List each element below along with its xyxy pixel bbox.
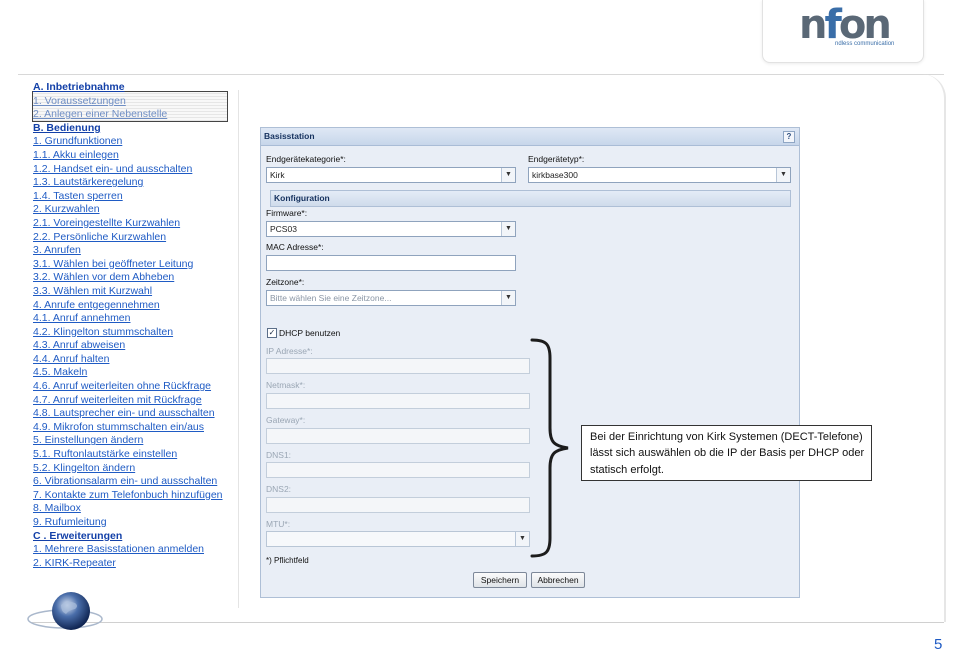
dhcp-label: DHCP benutzen <box>279 328 341 338</box>
chevron-down-icon: ▼ <box>776 168 790 182</box>
toc-link[interactable]: 9. Rufumleitung <box>33 516 223 530</box>
mtu-label: MTU*: <box>266 519 291 529</box>
toc-link[interactable]: 1. Voraussetzungen <box>33 95 223 109</box>
toc-link[interactable]: 1. Grundfunktionen <box>33 135 223 149</box>
ip-label: IP Adresse*: <box>266 346 313 356</box>
content-frame-bottom <box>30 622 944 623</box>
toc-link[interactable]: 4.6. Anruf weiterleiten ohne Rückfrage <box>33 380 223 394</box>
firmware-select[interactable]: PCS03 ▼ <box>266 221 516 237</box>
toc-link[interactable]: 5.1. Ruftonlautstärke einstellen <box>33 448 223 462</box>
timezone-placeholder: Bitte wählen Sie eine Zeitzone... <box>270 293 392 303</box>
category-select[interactable]: Kirk ▼ <box>266 167 516 183</box>
toc-section-heading[interactable]: B. Bedienung <box>33 122 223 136</box>
toc-link[interactable]: 1.4. Tasten sperren <box>33 190 223 204</box>
ip-address-input[interactable] <box>266 358 530 374</box>
cancel-button[interactable]: Abbrechen <box>531 572 585 588</box>
globe-icon <box>27 592 103 630</box>
curly-brace-icon <box>530 338 569 558</box>
toc-link[interactable]: 2. Kurzwahlen <box>33 203 223 217</box>
toc-link[interactable]: 3.3. Wählen mit Kurzwahl <box>33 285 223 299</box>
toc-link[interactable]: 4.2. Klingelton stummschalten <box>33 326 223 340</box>
dhcp-checkbox[interactable]: ✓ <box>267 328 277 338</box>
table-of-contents: A. Inbetriebnahme 1. Voraussetzungen 2. An… <box>33 81 223 570</box>
toc-link[interactable]: 1. Mehrere Basisstationen anmelden <box>33 543 223 557</box>
toc-link[interactable]: 1.2. Handset ein- und ausschalten <box>33 163 223 177</box>
logo-tagline: ndless communication <box>835 41 895 47</box>
netmask-input[interactable] <box>266 393 530 409</box>
panel-title-bar: Basisstation ? <box>261 128 799 146</box>
firmware-label: Firmware*: <box>266 208 308 218</box>
toc-link[interactable]: 1.1. Akku einlegen <box>33 149 223 163</box>
timezone-label: Zeitzone*: <box>266 277 305 287</box>
toc-link[interactable]: 1.3. Lautstärkeregelung <box>33 176 223 190</box>
chevron-down-icon: ▼ <box>501 291 515 305</box>
toc-section-heading[interactable]: A. Inbetriebnahme <box>33 81 223 95</box>
content-frame-top <box>18 74 944 75</box>
mtu-select[interactable]: ▼ <box>266 531 530 547</box>
toc-link[interactable]: 4.3. Anruf abweisen <box>33 339 223 353</box>
mac-label: MAC Adresse*: <box>266 242 324 252</box>
dns1-input[interactable] <box>266 462 530 478</box>
device-type-select[interactable]: kirkbase300 ▼ <box>528 167 791 183</box>
mac-address-input[interactable] <box>266 255 516 271</box>
toc-link[interactable]: 4.7. Anruf weiterleiten mit Rückfrage <box>33 394 223 408</box>
gateway-input[interactable] <box>266 428 530 444</box>
dns1-label: DNS1: <box>266 450 292 460</box>
firmware-value: PCS03 <box>270 224 297 234</box>
toc-link[interactable]: 7. Kontakte zum Telefonbuch hinzufügen <box>33 489 223 503</box>
dns2-input[interactable] <box>266 497 530 513</box>
netmask-label: Netmask*: <box>266 380 306 390</box>
toc-link[interactable]: 5. Einstellungen ändern <box>33 434 223 448</box>
toc-link[interactable]: 3.1. Wählen bei geöffneter Leitung <box>33 258 223 272</box>
toc-link[interactable]: 4.5. Makeln <box>33 366 223 380</box>
configuration-title: Konfiguration <box>274 193 330 203</box>
toc-link[interactable]: 3.2. Wählen vor dem Abheben <box>33 271 223 285</box>
category-label: Endgerätekategorie*: <box>266 154 346 164</box>
panel-title: Basisstation <box>264 131 315 141</box>
toc-link[interactable]: 2.1. Voreingestellte Kurzwahlen <box>33 217 223 231</box>
chevron-down-icon: ▼ <box>515 532 529 546</box>
toc-link[interactable]: 5.2. Klingelton ändern <box>33 462 223 476</box>
nfon-logo: nfon ndless communication <box>762 0 924 63</box>
toc-link[interactable]: 4. Anrufe entgegennehmen <box>33 299 223 313</box>
toc-link[interactable]: 8. Mailbox <box>33 502 223 516</box>
required-note: *) Pflichtfeld <box>266 556 309 565</box>
page-number: 5 <box>934 636 943 653</box>
toc-link[interactable]: 6. Vibrationsalarm ein- und ausschalten <box>33 475 223 489</box>
toc-link[interactable]: 4.1. Anruf annehmen <box>33 312 223 326</box>
save-button[interactable]: Speichern <box>473 572 527 588</box>
chevron-down-icon: ▼ <box>501 222 515 236</box>
category-value: Kirk <box>270 170 285 180</box>
device-type-value: kirkbase300 <box>532 170 578 180</box>
configuration-section-header: Konfiguration <box>270 190 791 207</box>
device-type-label: Endgerätetyp*: <box>528 154 585 164</box>
chevron-down-icon: ▼ <box>501 168 515 182</box>
toc-link[interactable]: 2.2. Persönliche Kurzwahlen <box>33 231 223 245</box>
toc-link[interactable]: 2. KIRK-Repeater <box>33 557 223 571</box>
toc-section-heading[interactable]: C . Erweiterungen <box>33 530 223 544</box>
dns2-label: DNS2: <box>266 484 292 494</box>
toc-link[interactable]: 4.4. Anruf halten <box>33 353 223 367</box>
help-icon[interactable]: ? <box>783 131 795 143</box>
content-frame-right <box>918 74 946 622</box>
toc-link[interactable]: 2. Anlegen einer Nebenstelle <box>33 108 223 122</box>
sidebar-divider <box>238 90 239 608</box>
toc-link[interactable]: 3. Anrufen <box>33 244 223 258</box>
timezone-select[interactable]: Bitte wählen Sie eine Zeitzone... ▼ <box>266 290 516 306</box>
toc-link[interactable]: 4.9. Mikrofon stummschalten ein/aus <box>33 421 223 435</box>
toc-link[interactable]: 4.8. Lautsprecher ein- und ausschalten <box>33 407 223 421</box>
gateway-label: Gateway*: <box>266 415 306 425</box>
dhcp-explanation-callout: Bei der Einrichtung von Kirk Systemen (D… <box>581 425 872 481</box>
